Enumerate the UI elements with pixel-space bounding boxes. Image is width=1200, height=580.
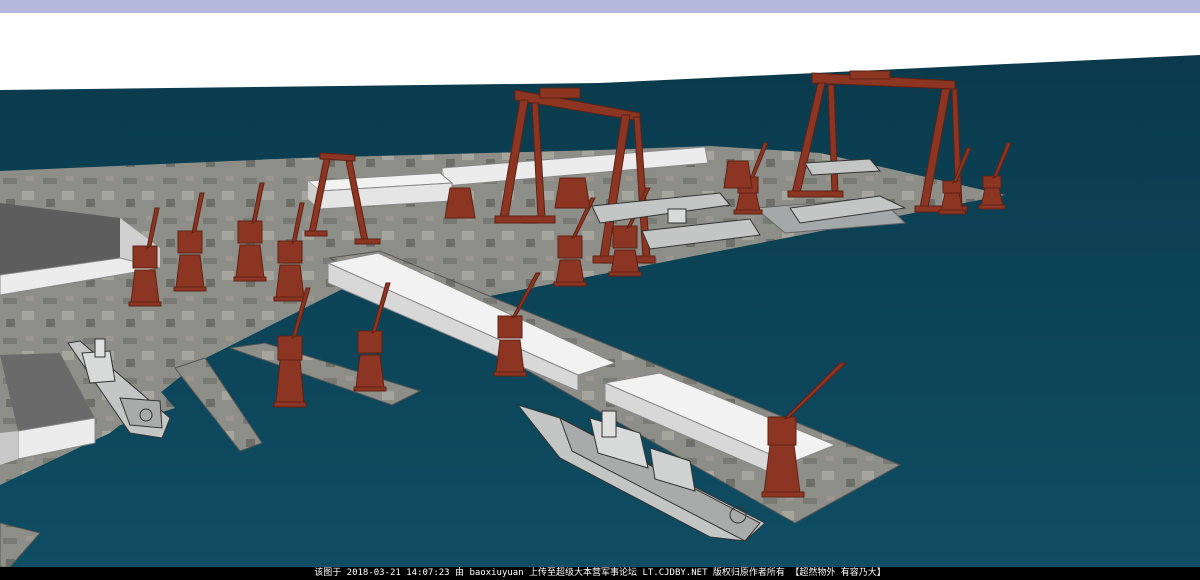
shipyard-3d-model-view xyxy=(0,55,1200,567)
window-title-bar xyxy=(0,0,1200,13)
watermark-caption: 该图于 2018-03-21 14:07:23 由 baoxiuyuan 上传至… xyxy=(0,567,1200,580)
